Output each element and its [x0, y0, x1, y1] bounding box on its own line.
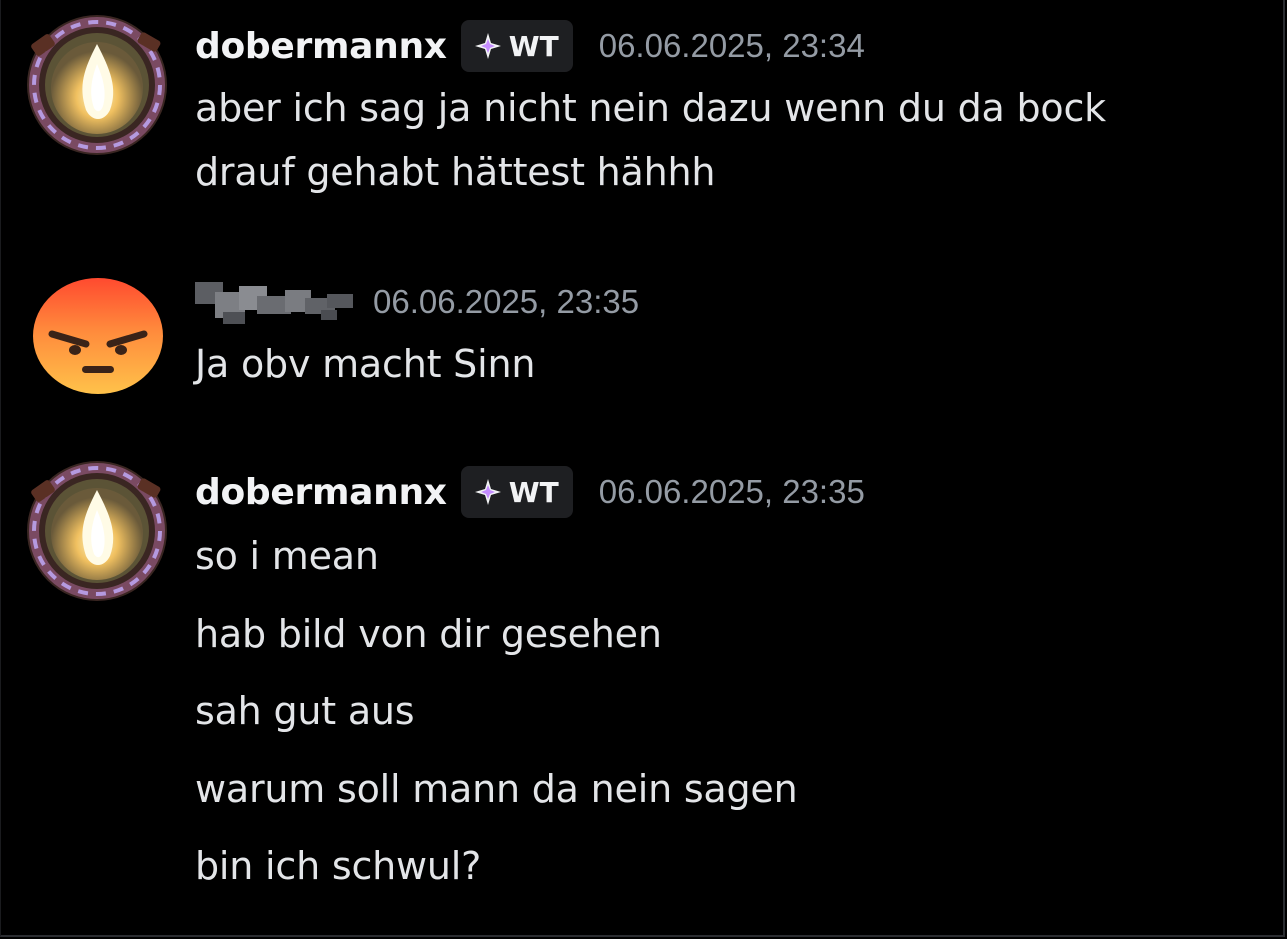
fire-portal-avatar-icon — [27, 461, 167, 601]
timestamp[interactable]: 06.06.2025, 23:35 — [599, 473, 865, 511]
message-header: dobermannx WT 06.06.2025, 23:34 — [195, 16, 865, 76]
message-line: warum soll mann da nein sagen — [195, 767, 798, 811]
redacted-username[interactable] — [195, 278, 353, 326]
fire-portal-avatar-icon — [27, 15, 167, 155]
user-avatar[interactable] — [28, 268, 168, 400]
server-tag-label: WT — [508, 475, 559, 509]
server-tag-label: WT — [508, 29, 559, 63]
sparkle-diamond-icon — [474, 479, 501, 505]
message-line: drauf gehabt hättest hähhh — [195, 150, 716, 194]
sparkle-diamond-icon — [474, 33, 501, 59]
user-avatar[interactable] — [26, 460, 168, 602]
server-tag[interactable]: WT — [460, 20, 573, 72]
message-line: aber ich sag ja nicht nein dazu wenn du … — [195, 86, 1106, 130]
message-line: so i mean — [195, 534, 379, 578]
user-avatar[interactable] — [26, 14, 168, 156]
message-line: Ja obv macht Sinn — [195, 342, 536, 386]
message-header: dobermannx WT 06.06.2025, 23:35 — [195, 462, 865, 522]
message-header: 06.06.2025, 23:35 — [195, 272, 639, 332]
username[interactable]: dobermannx — [195, 472, 447, 513]
server-tag[interactable]: WT — [460, 466, 573, 518]
angry-emoji-avatar-icon — [33, 278, 163, 394]
message-line: bin ich schwul? — [195, 844, 482, 888]
message-line: sah gut aus — [195, 689, 415, 733]
timestamp[interactable]: 06.06.2025, 23:34 — [599, 27, 865, 65]
username[interactable]: dobermannx — [195, 26, 447, 67]
timestamp[interactable]: 06.06.2025, 23:35 — [373, 283, 639, 321]
message-line: hab bild von dir gesehen — [195, 612, 662, 656]
